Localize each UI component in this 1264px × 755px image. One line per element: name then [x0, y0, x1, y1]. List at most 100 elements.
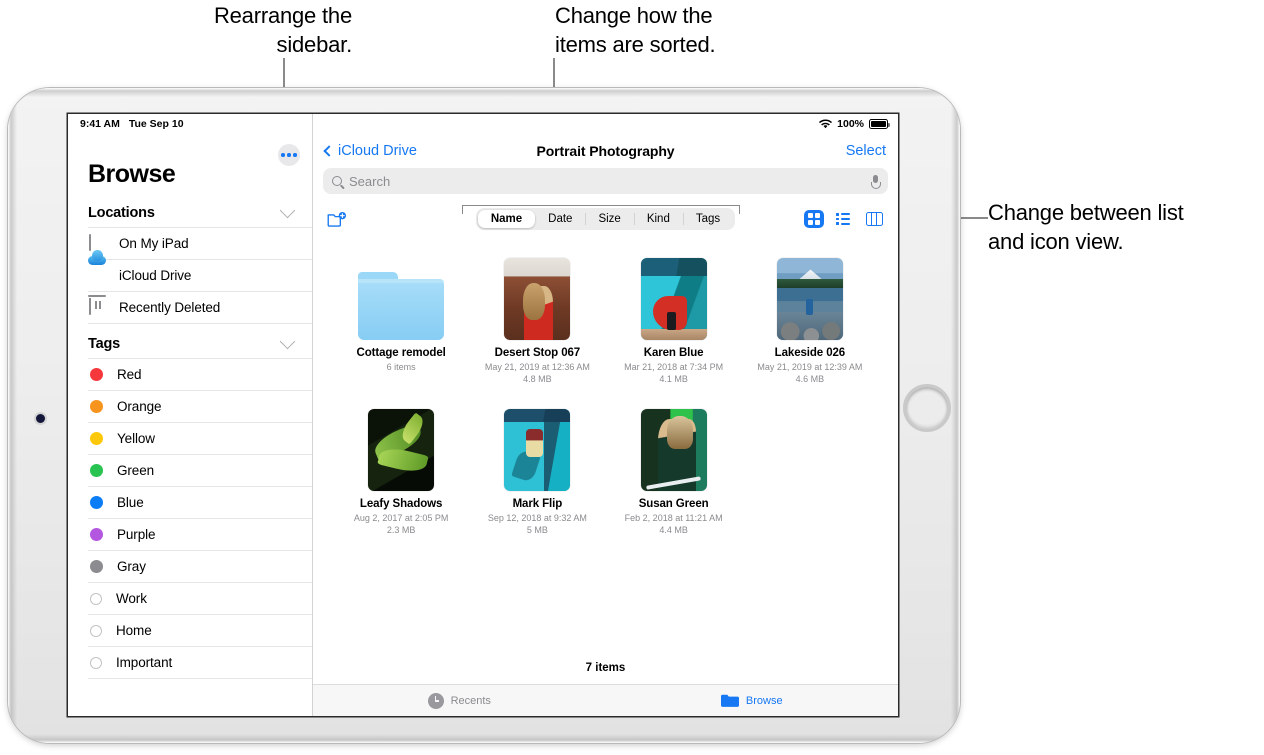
- photo-thumbnail: [504, 250, 571, 340]
- item-name: Susan Green: [638, 498, 709, 511]
- file-grid: Cottage remodel 6 items Desert Stop 067 …: [313, 236, 898, 662]
- sidebar-item-label: Home: [116, 623, 152, 638]
- page-title: Browse: [88, 160, 176, 188]
- column-view-icon[interactable]: [864, 210, 884, 228]
- list-item[interactable]: Susan Green Feb 2, 2018 at 11:21 AM 4.4 …: [606, 401, 742, 536]
- ipad-device-frame: 9:41 AM Tue Sep 10 Browse Locations On M…: [8, 88, 960, 743]
- status-date: Tue Sep 10: [128, 118, 184, 130]
- home-button[interactable]: [903, 384, 951, 432]
- list-item[interactable]: Lakeside 026 May 21, 2019 at 12:39 AM 4.…: [742, 250, 878, 385]
- tag-ring-icon: [90, 624, 102, 637]
- photo-image: [504, 409, 571, 492]
- sidebar-item-label: Recently Deleted: [119, 300, 221, 315]
- list-item[interactable]: Cottage remodel 6 items: [333, 250, 469, 385]
- search-input[interactable]: Search: [323, 168, 888, 194]
- sidebar-item-label: Work: [116, 591, 147, 606]
- item-name: Leafy Shadows: [359, 498, 443, 511]
- photo-thumbnail: [504, 401, 571, 492]
- sidebar-item-recently-deleted[interactable]: Recently Deleted: [88, 291, 312, 323]
- sidebar: 9:41 AM Tue Sep 10 Browse Locations On M…: [68, 114, 313, 716]
- item-meta-primary: Feb 2, 2018 at 11:21 AM: [624, 513, 723, 524]
- tag-dot-icon: [90, 496, 103, 509]
- sidebar-tag-green[interactable]: Green: [88, 454, 312, 486]
- sidebar-item-icloud-drive[interactable]: iCloud Drive: [88, 259, 312, 291]
- sidebar-tag-home[interactable]: Home: [88, 614, 312, 646]
- item-count-label: 7 items: [585, 662, 626, 674]
- chevron-down-icon[interactable]: [279, 333, 296, 350]
- sidebar-tag-yellow[interactable]: Yellow: [88, 422, 312, 454]
- item-meta-primary: Sep 12, 2018 at 9:32 AM: [487, 513, 587, 524]
- microphone-icon[interactable]: [871, 174, 881, 189]
- battery-icon: [869, 119, 891, 129]
- tag-dot-icon: [90, 464, 103, 477]
- sidebar-more-button[interactable]: [278, 144, 300, 166]
- search-container: Search: [313, 168, 898, 202]
- folder-thumbnail: [358, 250, 445, 340]
- tab-bar: Recents Browse: [313, 684, 898, 716]
- tab-recents[interactable]: Recents: [313, 692, 606, 709]
- sidebar-section-header-tags[interactable]: Tags: [68, 332, 312, 358]
- tag-ring-icon: [90, 656, 102, 669]
- navigation-bar: iCloud Drive Portrait Photography Select: [313, 134, 898, 168]
- photo-thumbnail: [776, 250, 843, 340]
- sidebar-tag-orange[interactable]: Orange: [88, 390, 312, 422]
- status-bar-right: 100%: [313, 114, 898, 134]
- grid-view-icon[interactable]: [804, 210, 824, 228]
- list-item[interactable]: Karen Blue Mar 21, 2018 at 7:34 PM 4.1 M…: [606, 250, 742, 385]
- select-button[interactable]: Select: [846, 143, 886, 159]
- sidebar-item-label: On My iPad: [119, 236, 189, 251]
- clock-icon: [427, 692, 444, 709]
- photo-image: [504, 258, 571, 340]
- sidebar-tag-purple[interactable]: Purple: [88, 518, 312, 550]
- sidebar-tag-work[interactable]: Work: [88, 582, 312, 614]
- photo-image: [640, 409, 707, 492]
- item-name: Cottage remodel: [356, 347, 446, 359]
- search-placeholder: Search: [349, 173, 391, 189]
- sidebar-item-label: Red: [117, 367, 142, 382]
- item-meta-size: 2.3 MB: [386, 525, 416, 536]
- sidebar-tag-important[interactable]: Important: [88, 646, 312, 678]
- list-item[interactable]: Leafy Shadows Aug 2, 2017 at 2:05 PM 2.3…: [333, 401, 469, 536]
- sidebar-divider-bottom: [88, 678, 312, 686]
- grid-spacer: [742, 401, 878, 536]
- item-meta-primary: Aug 2, 2017 at 2:05 PM: [353, 513, 449, 524]
- icloud-icon: [88, 267, 105, 284]
- list-item[interactable]: Desert Stop 067 May 21, 2019 at 12:36 AM…: [469, 250, 605, 385]
- tag-dot-icon: [90, 432, 103, 445]
- sidebar-item-label: Purple: [117, 527, 156, 542]
- sidebar-item-label: Gray: [117, 559, 146, 574]
- figure-root: Rearrange the sidebar. Change how the it…: [0, 0, 1264, 755]
- tab-label: Recents: [450, 694, 491, 707]
- item-name: Karen Blue: [643, 347, 704, 359]
- item-name: Mark Flip: [512, 498, 563, 511]
- list-view-icon[interactable]: [834, 210, 854, 228]
- sidebar-tag-gray[interactable]: Gray: [88, 550, 312, 582]
- folder-icon: [720, 694, 739, 708]
- chevron-down-icon[interactable]: [279, 202, 296, 219]
- sidebar-section-header-locations[interactable]: Locations: [68, 189, 312, 227]
- sidebar-divider: [88, 323, 312, 332]
- sidebar-tag-red[interactable]: Red: [88, 358, 312, 390]
- sidebar-item-on-my-ipad[interactable]: On My iPad: [88, 227, 312, 259]
- photo-image: [776, 258, 843, 340]
- view-toggle-group: [804, 210, 884, 228]
- sidebar-item-label: Blue: [117, 495, 144, 510]
- trash-icon: [88, 298, 105, 316]
- tag-ring-icon: [90, 592, 102, 605]
- item-meta-primary: 6 items: [386, 362, 416, 372]
- list-item[interactable]: Mark Flip Sep 12, 2018 at 9:32 AM 5 MB: [469, 401, 605, 536]
- status-bar-left: 9:41 AM Tue Sep 10: [68, 114, 312, 134]
- item-name: Desert Stop 067: [494, 347, 581, 359]
- tab-browse[interactable]: Browse: [606, 694, 899, 708]
- tag-dot-icon: [90, 368, 103, 381]
- sidebar-tag-blue[interactable]: Blue: [88, 486, 312, 518]
- section-label: Locations: [88, 205, 155, 221]
- sidebar-item-label: iCloud Drive: [119, 268, 192, 283]
- ellipsis-icon: [281, 153, 297, 157]
- sidebar-item-label: Orange: [117, 399, 162, 414]
- photo-thumbnail: [640, 250, 707, 340]
- sidebar-item-label: Yellow: [117, 431, 155, 446]
- photo-image: [368, 409, 435, 492]
- item-meta-size: 4.1 MB: [659, 374, 688, 385]
- item-meta-primary: May 21, 2019 at 12:36 AM: [484, 362, 590, 372]
